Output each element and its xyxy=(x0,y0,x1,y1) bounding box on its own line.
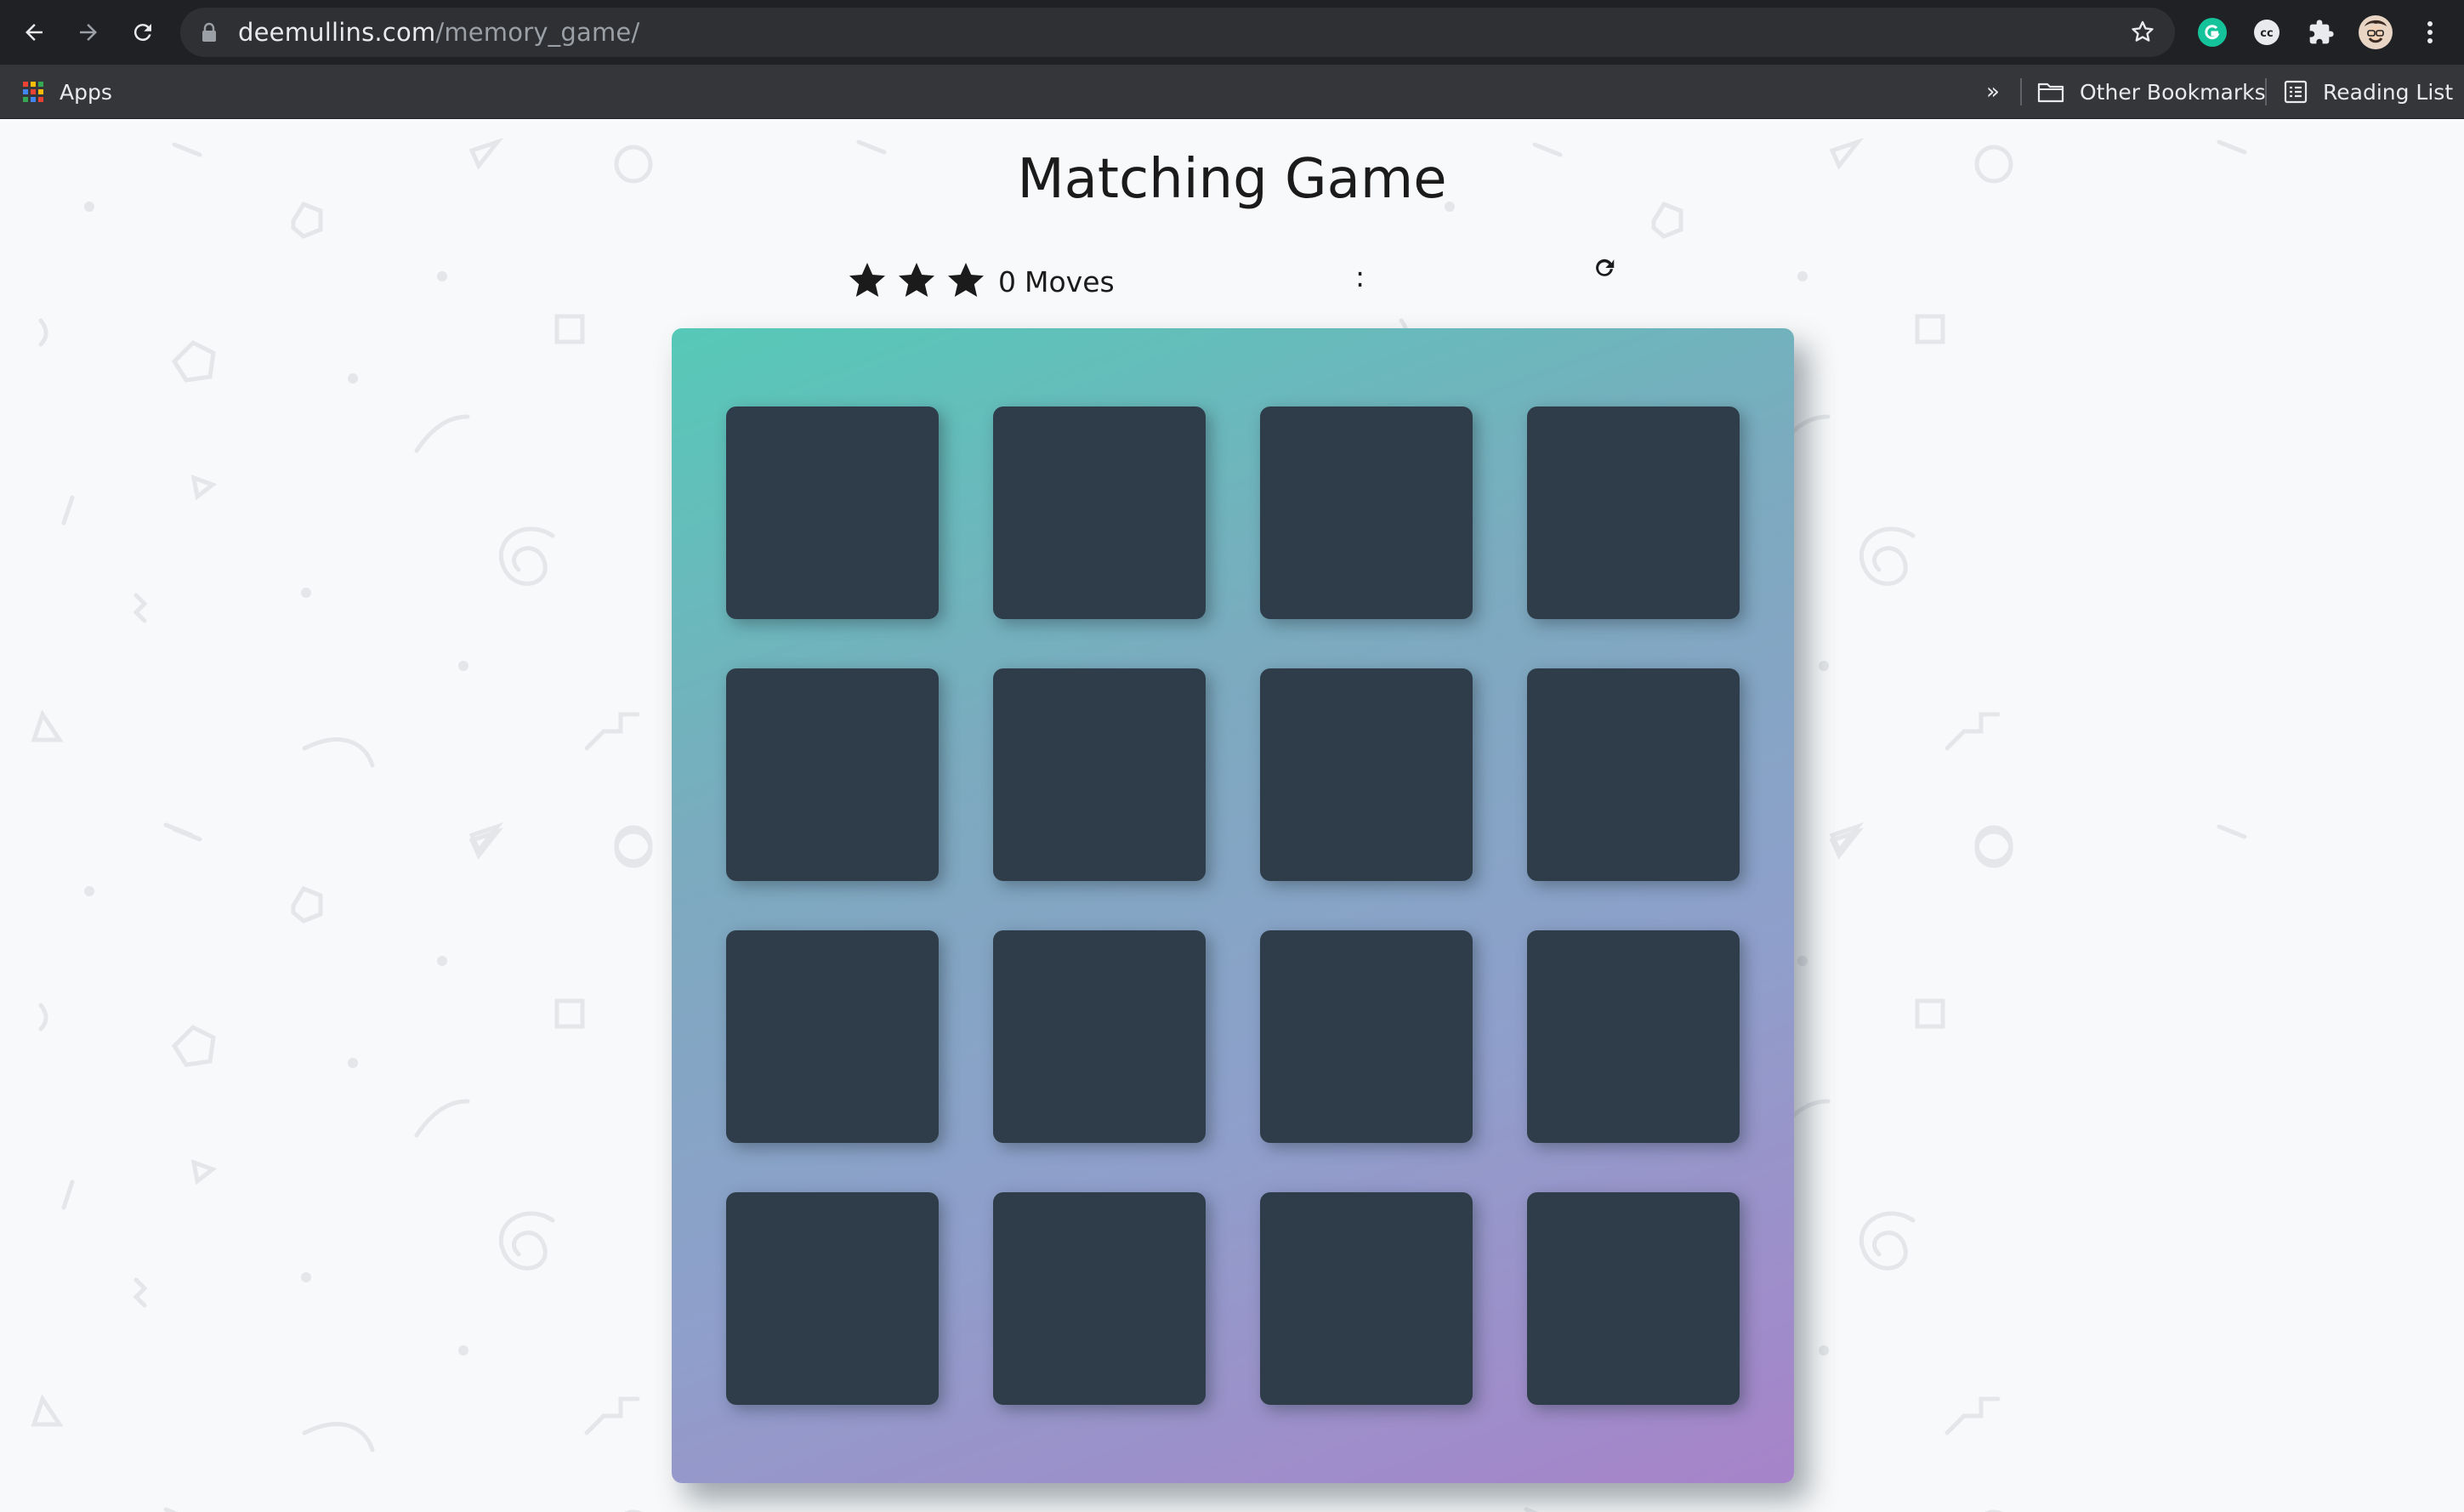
extensions-button[interactable] xyxy=(2302,14,2340,51)
reload-button[interactable] xyxy=(122,12,163,53)
profile-avatar xyxy=(2359,15,2393,49)
score-panel: 0 Moves : xyxy=(847,259,1615,320)
menu-kebab-icon xyxy=(2427,21,2433,43)
apps-grid-icon xyxy=(23,82,43,102)
memory-card[interactable] xyxy=(1527,668,1740,881)
forward-arrow-icon xyxy=(80,24,97,41)
grammarly-icon xyxy=(2198,18,2227,47)
bookmark-star-icon[interactable] xyxy=(2129,19,2156,46)
game-title: Matching Game xyxy=(1017,148,1447,211)
moves-count: 0 xyxy=(998,265,1016,298)
memory-card[interactable] xyxy=(1260,1192,1473,1405)
bookmarks-overflow-button[interactable]: » xyxy=(1986,65,2000,119)
memory-card[interactable] xyxy=(726,1192,939,1405)
memory-card[interactable] xyxy=(726,668,939,881)
bookmarks-bar: Apps » Other Bookmarks Reading List xyxy=(0,65,2464,119)
memory-card[interactable] xyxy=(993,930,1206,1143)
url-path: /memory_game/ xyxy=(435,18,640,47)
memory-card[interactable] xyxy=(1527,406,1740,619)
timer: : xyxy=(1355,260,1365,293)
memory-card[interactable] xyxy=(993,1192,1206,1405)
restart-icon xyxy=(1596,259,1615,276)
apps-bookmark[interactable]: Apps xyxy=(22,65,112,119)
card-deck xyxy=(672,328,1794,1483)
memory-card[interactable] xyxy=(1260,668,1473,881)
reload-icon xyxy=(133,24,151,42)
cc-icon: cc xyxy=(2254,20,2279,45)
address-bar[interactable]: deemullins.com/memory_game/ xyxy=(180,8,2175,57)
other-bookmarks-label: Other Bookmarks xyxy=(2080,79,2266,105)
memory-card[interactable] xyxy=(726,406,939,619)
restart-button[interactable] xyxy=(1588,252,1621,284)
extensions-puzzle-icon xyxy=(2309,20,2334,44)
reading-list-button[interactable]: Reading List xyxy=(2284,65,2453,119)
star-icon xyxy=(849,263,885,297)
url-text: deemullins.com/memory_game/ xyxy=(238,18,639,47)
bookmark-separator xyxy=(2265,78,2267,105)
memory-card[interactable] xyxy=(1527,930,1740,1143)
cc-extension-button[interactable]: cc xyxy=(2248,14,2285,51)
lock-icon xyxy=(202,22,216,42)
other-bookmarks-folder[interactable]: Other Bookmarks xyxy=(2037,65,2266,119)
reading-list-icon xyxy=(2284,80,2308,104)
memory-card[interactable] xyxy=(1260,406,1473,619)
page-viewport: Matching Game 0 Moves : xyxy=(0,119,2464,1512)
memory-card[interactable] xyxy=(1260,930,1473,1143)
star-rating xyxy=(847,260,986,301)
folder-icon xyxy=(2037,82,2064,103)
profile-button[interactable] xyxy=(2357,14,2394,51)
memory-card[interactable] xyxy=(993,406,1206,619)
moves-label: Moves xyxy=(1025,265,1115,298)
reading-list-label: Reading List xyxy=(2323,79,2454,105)
back-arrow-icon xyxy=(26,24,43,41)
moves-counter: 0 Moves xyxy=(998,265,1123,298)
forward-button[interactable] xyxy=(68,12,109,53)
svg-text:cc: cc xyxy=(2260,27,2273,40)
overflow-chevron: » xyxy=(1986,79,2000,105)
star-icon xyxy=(899,263,934,297)
memory-card[interactable] xyxy=(993,668,1206,881)
url-host: deemullins.com xyxy=(238,18,436,47)
memory-card[interactable] xyxy=(1527,1192,1740,1405)
browser-toolbar: deemullins.com/memory_game/ cc xyxy=(0,0,2464,65)
apps-label: Apps xyxy=(60,79,112,105)
bookmark-separator xyxy=(2020,78,2022,105)
memory-card[interactable] xyxy=(726,930,939,1143)
browser-menu-button[interactable] xyxy=(2411,14,2449,51)
grammarly-extension-button[interactable] xyxy=(2194,14,2231,51)
star-icon xyxy=(948,263,984,297)
back-button[interactable] xyxy=(14,12,54,53)
